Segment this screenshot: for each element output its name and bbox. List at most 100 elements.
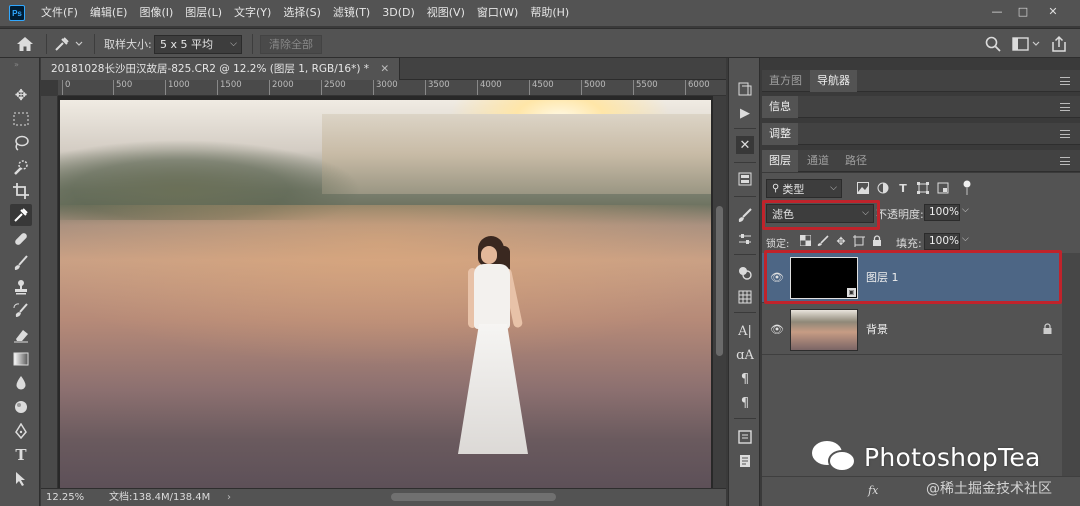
tools-panel: » ✥ T xyxy=(0,58,40,506)
tab-channels[interactable]: 通道 xyxy=(800,150,836,172)
lasso-tool-icon[interactable] xyxy=(10,132,32,154)
crop-tool-icon[interactable] xyxy=(10,180,32,202)
history-icon[interactable] xyxy=(736,80,754,98)
tools-close-icon[interactable]: ✕ xyxy=(736,136,754,154)
paragraph-icon[interactable]: ¶ xyxy=(736,370,754,388)
menu-image[interactable]: 图像(I) xyxy=(133,0,179,26)
sample-size-select[interactable]: 5 x 5 平均 ⌵ xyxy=(154,34,242,54)
opacity-input[interactable]: 100% xyxy=(924,204,960,221)
clone-stamp-tool-icon[interactable] xyxy=(10,276,32,298)
layer-row-background[interactable]: 👁 背景 xyxy=(762,305,1062,355)
minimize-button[interactable]: — xyxy=(986,3,1008,21)
notes-icon[interactable] xyxy=(736,452,754,470)
menu-layer[interactable]: 图层(L) xyxy=(179,0,228,26)
vertical-ruler xyxy=(41,96,58,488)
menu-select[interactable]: 选择(S) xyxy=(277,0,327,26)
tab-paths[interactable]: 路径 xyxy=(838,150,874,172)
filter-pixel-icon[interactable] xyxy=(856,182,870,196)
character-icon[interactable]: A| xyxy=(736,322,754,340)
pen-tool-icon[interactable] xyxy=(10,420,32,442)
search-icon[interactable] xyxy=(985,29,1001,59)
blur-tool-icon[interactable] xyxy=(10,372,32,394)
menu-file[interactable]: 文件(F) xyxy=(35,0,84,26)
eyedropper-tool-icon[interactable] xyxy=(10,204,32,226)
panel-menu-icon[interactable] xyxy=(1060,157,1070,165)
ruler-tick: 4500 xyxy=(529,80,554,95)
marquee-tool-icon[interactable] xyxy=(10,108,32,130)
brush-tool-icon[interactable] xyxy=(10,252,32,274)
properties-icon[interactable] xyxy=(736,170,754,188)
chevron-down-icon[interactable]: ⌵ xyxy=(962,234,969,244)
healing-brush-tool-icon[interactable] xyxy=(10,228,32,250)
document-tab[interactable]: 20181028长沙田汉故居-825.CR2 @ 12.2% (图层 1, RG… xyxy=(41,58,401,80)
menu-type[interactable]: 文字(Y) xyxy=(228,0,277,26)
home-icon[interactable] xyxy=(16,29,34,59)
tab-layers[interactable]: 图层 xyxy=(762,150,798,172)
fx-icon[interactable]: fx xyxy=(868,484,878,497)
lock-artboard-icon[interactable] xyxy=(852,235,866,249)
tab-adjustments[interactable]: 调整 xyxy=(762,123,798,145)
panel-menu-icon[interactable] xyxy=(1060,103,1070,111)
photo-subject xyxy=(450,236,540,466)
paragraph-styles-icon[interactable]: ¶ xyxy=(736,394,754,412)
adjust-sliders-icon[interactable] xyxy=(736,230,754,248)
lock-position-icon[interactable]: ✥ xyxy=(834,235,848,249)
status-menu-icon[interactable]: › xyxy=(227,489,231,506)
chevron-down-icon[interactable]: ⌵ xyxy=(962,205,969,215)
move-tool-icon[interactable]: ✥ xyxy=(10,84,32,106)
panel-menu-icon[interactable] xyxy=(1060,130,1070,138)
workspace-icon[interactable] xyxy=(1012,29,1042,59)
libraries-icon[interactable] xyxy=(736,428,754,446)
path-selection-tool-icon[interactable] xyxy=(10,468,32,490)
play-icon[interactable]: ▶ xyxy=(736,104,754,122)
clear-all-button[interactable]: 清除全部 xyxy=(260,34,322,54)
filter-adjustment-icon[interactable] xyxy=(876,182,890,196)
panel-menu-icon[interactable] xyxy=(1060,77,1070,85)
filter-smart-object-icon[interactable] xyxy=(936,182,950,196)
history-brush-tool-icon[interactable] xyxy=(10,300,32,322)
menu-3d[interactable]: 3D(D) xyxy=(376,0,421,26)
collapse-icon[interactable]: » xyxy=(14,60,19,69)
lock-all-icon[interactable] xyxy=(870,235,884,249)
layer-filter-select[interactable]: ⚲ 类型 ⌵ xyxy=(766,179,842,198)
tab-navigator[interactable]: 导航器 xyxy=(810,70,857,92)
lock-transparent-icon[interactable] xyxy=(798,234,812,249)
eraser-tool-icon[interactable] xyxy=(10,324,32,346)
horizontal-scrollbar[interactable] xyxy=(391,493,556,501)
gradient-tool-icon[interactable] xyxy=(10,348,32,370)
quick-selection-tool-icon[interactable] xyxy=(10,156,32,178)
filter-shape-icon[interactable] xyxy=(916,182,930,196)
close-button[interactable]: ✕ xyxy=(1042,3,1064,21)
color-swatches-icon[interactable] xyxy=(736,264,754,282)
menu-window[interactable]: 窗口(W) xyxy=(471,0,524,26)
menu-edit[interactable]: 编辑(E) xyxy=(84,0,134,26)
menu-filter[interactable]: 滤镜(T) xyxy=(327,0,376,26)
brush-settings-icon[interactable] xyxy=(736,206,754,224)
options-bar: 取样大小: 5 x 5 平均 ⌵ 清除全部 xyxy=(0,28,1080,58)
zoom-level[interactable]: 12.25% xyxy=(46,489,84,506)
share-icon[interactable] xyxy=(1050,29,1068,59)
tab-histogram[interactable]: 直方图 xyxy=(762,70,809,92)
menu-view[interactable]: 视图(V) xyxy=(421,0,471,26)
eye-icon[interactable]: 👁 xyxy=(770,323,784,337)
type-tool-icon[interactable]: T xyxy=(10,444,32,466)
filter-type-icon[interactable]: T xyxy=(896,182,910,196)
document-image[interactable] xyxy=(60,100,711,488)
fill-input[interactable]: 100% xyxy=(924,233,960,250)
dodge-tool-icon[interactable] xyxy=(10,396,32,418)
maximize-button[interactable]: □ xyxy=(1012,3,1034,21)
ruler-tick: 2500 xyxy=(321,80,346,95)
tab-info[interactable]: 信息 xyxy=(762,96,798,118)
close-tab-icon[interactable]: ✕ xyxy=(380,63,389,75)
scrollbar-thumb[interactable] xyxy=(716,206,723,356)
grid-icon[interactable] xyxy=(736,288,754,306)
navigator-panel-header: 直方图 导航器 xyxy=(762,70,1080,92)
menu-help[interactable]: 帮助(H) xyxy=(524,0,575,26)
lock-pixels-icon[interactable] xyxy=(816,235,830,249)
eyedropper-tool-preset-icon[interactable] xyxy=(54,29,84,59)
glyphs-icon[interactable]: ɑA xyxy=(736,346,754,364)
vertical-scrollbar[interactable] xyxy=(713,96,726,488)
filter-toggle-icon[interactable] xyxy=(960,180,974,195)
canvas-area[interactable] xyxy=(58,96,713,488)
ruler-tick: 6000 xyxy=(685,80,710,95)
